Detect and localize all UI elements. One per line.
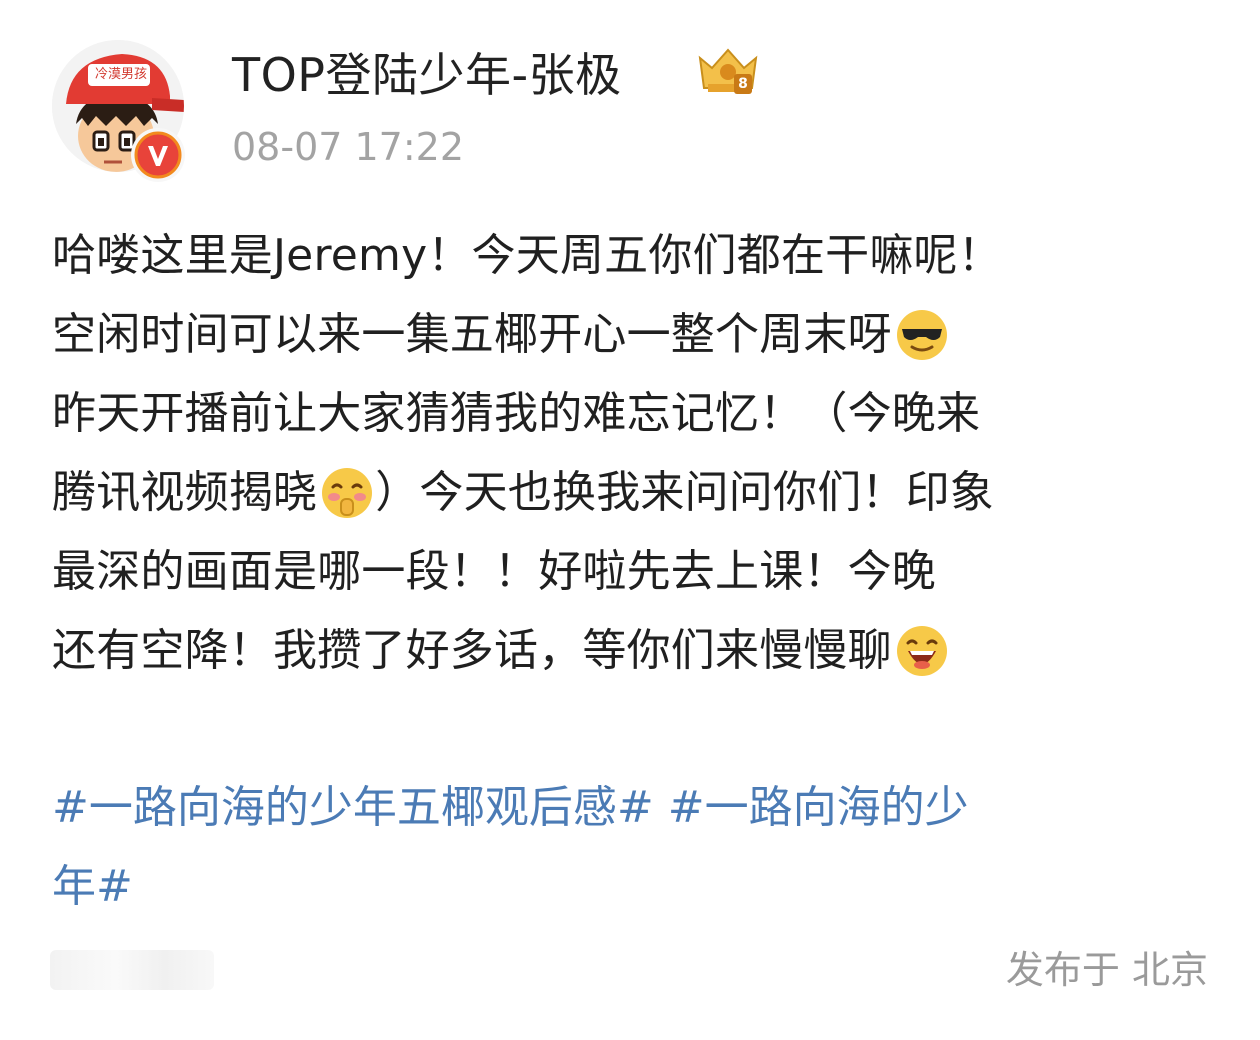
post-text: 最深的画面是哪一段！！好啦先去上课！今晚 (52, 546, 936, 597)
post-body-line: 腾讯视频揭晓 ）今天也换我来问问你们！印象 (52, 453, 1222, 532)
topic-line: #一路向海的少年五椰观后感# #一路向海的少 (52, 768, 1222, 847)
post-time: 08-07 17:22 (232, 125, 465, 169)
cool-sunglasses-emoji (894, 307, 950, 363)
level-badge-number: 8 (738, 76, 748, 92)
post-text: ）今天也换我来问问你们！印象 (375, 467, 995, 518)
topic-tags: #一路向海的少年五椰观后感# #一路向海的少 年# (52, 768, 1222, 926)
crown-level-badge-icon[interactable]: 8 (694, 44, 762, 100)
post-body-line: 昨天开播前让大家猜猜我的难忘记忆！（今晚来 (52, 374, 1222, 453)
topic-link[interactable]: 年# (52, 861, 133, 912)
post-body-line: 还有空降！我攒了好多话，等你们来慢慢聊 (52, 611, 1222, 690)
post-text: 昨天开播前让大家猜猜我的难忘记忆！（今晚来 (52, 388, 981, 439)
post-body-line: 哈喽这里是Jeremy！今天周五你们都在干嘛呢！ (52, 216, 1222, 295)
topic-link[interactable]: #一路向海的少年五椰观后感# #一路向海的少 (52, 782, 969, 833)
post-text: 腾讯视频揭晓 (52, 467, 318, 518)
blurred-source-label (50, 950, 214, 990)
post-text: 哈喽这里是Jeremy！今天周五你们都在干嘛呢！ (52, 230, 1002, 281)
post-body-line: 最深的画面是哪一段！！好啦先去上课！今晚 (52, 532, 1222, 611)
verified-v-icon (131, 128, 185, 182)
laughing-emoji (894, 623, 950, 679)
post-body-line: 空闲时间可以来一集五椰开心一整个周末呀 (52, 295, 1222, 374)
post-text: 空闲时间可以来一集五椰开心一整个周末呀 (52, 309, 892, 360)
topic-line: 年# (52, 847, 1222, 926)
post-body: 哈喽这里是Jeremy！今天周五你们都在干嘛呢！ 空闲时间可以来一集五椰开心一整… (52, 216, 1222, 690)
author-name[interactable]: TOP登陆少年-张极 (232, 44, 622, 106)
post-location: 发布于 北京 (1005, 948, 1208, 992)
shy-blush-emoji (319, 465, 375, 521)
post-text: 还有空降！我攒了好多话，等你们来慢慢聊 (52, 625, 892, 676)
avatar-caption: 冷漠男孩 (94, 67, 147, 82)
